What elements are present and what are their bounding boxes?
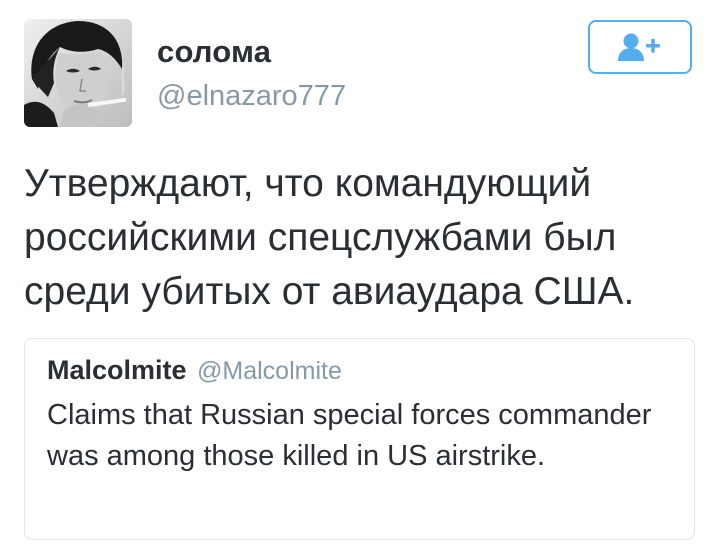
- quoted-tweet-text: Claims that Russian special forces comma…: [47, 399, 652, 472]
- quoted-tweet[interactable]: Malcolmite @Malcolmite Claims that Russi…: [24, 338, 695, 540]
- username[interactable]: @elnazaro777: [157, 80, 346, 113]
- quoted-username[interactable]: @Malcolmite: [197, 357, 342, 385]
- avatar[interactable]: [24, 19, 132, 127]
- follow-user-plus-icon: [618, 33, 660, 61]
- avatar-photo: [24, 19, 132, 127]
- display-name[interactable]: солома: [157, 34, 271, 70]
- quoted-display-name[interactable]: Malcolmite: [47, 355, 187, 385]
- follow-button[interactable]: [588, 20, 692, 74]
- tweet-text: Утверждают, что командующий российскими …: [24, 162, 635, 313]
- quoted-tweet-header: Malcolmite @Malcolmite: [47, 355, 342, 386]
